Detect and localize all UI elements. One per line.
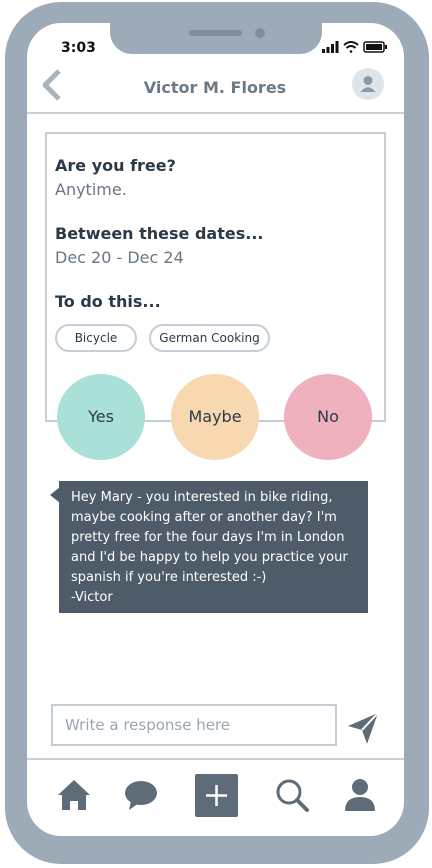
message-line: and I'd be happy to help you practice yo…	[71, 550, 348, 565]
avatar-icon[interactable]	[352, 68, 384, 100]
home-icon[interactable]	[54, 775, 94, 815]
status-icons	[322, 41, 387, 53]
message-line: spanish if you're interested :-)	[71, 570, 267, 585]
search-icon[interactable]	[272, 775, 312, 815]
message-line: pretty free for the four days I'm in Lon…	[71, 530, 345, 545]
send-icon[interactable]	[345, 710, 381, 746]
speaker-grille	[189, 30, 242, 36]
device-notch	[110, 23, 322, 54]
profile-icon[interactable]	[340, 775, 380, 815]
message-signature: -Victor	[71, 590, 113, 605]
no-button[interactable]: No	[284, 374, 372, 460]
yes-button[interactable]: Yes	[57, 374, 145, 460]
new-post-button[interactable]	[195, 774, 238, 817]
maybe-button[interactable]: Maybe	[171, 374, 259, 460]
message-bubble: Hey Mary - you interested in bike riding…	[59, 481, 368, 613]
front-camera	[255, 28, 265, 38]
reply-input[interactable]	[51, 704, 337, 746]
message-line: Hey Mary - you interested in bike riding…	[71, 490, 333, 505]
chat-icon[interactable]	[121, 775, 161, 815]
activity-question-label: To do this...	[55, 292, 161, 311]
battery-icon	[363, 41, 387, 53]
plus-icon	[206, 785, 227, 806]
back-chevron-icon[interactable]	[40, 68, 64, 102]
cellular-signal-icon	[322, 41, 339, 53]
dates-value: Dec 20 - Dec 24	[55, 248, 184, 267]
free-question-label: Are you free?	[55, 156, 176, 175]
footer-divider	[27, 758, 404, 760]
status-time: 3:03	[61, 40, 96, 56]
wifi-icon	[343, 41, 359, 53]
dates-question-label: Between these dates...	[55, 224, 264, 243]
message-line: maybe cooking after or another day? I'm	[71, 510, 337, 525]
tag-bicycle[interactable]: Bicycle	[55, 324, 137, 352]
tag-german-cooking[interactable]: German Cooking	[149, 324, 270, 352]
header-divider	[27, 112, 404, 114]
free-answer-value: Anytime.	[55, 180, 127, 199]
contact-name: Victor M. Flores	[143, 78, 287, 97]
